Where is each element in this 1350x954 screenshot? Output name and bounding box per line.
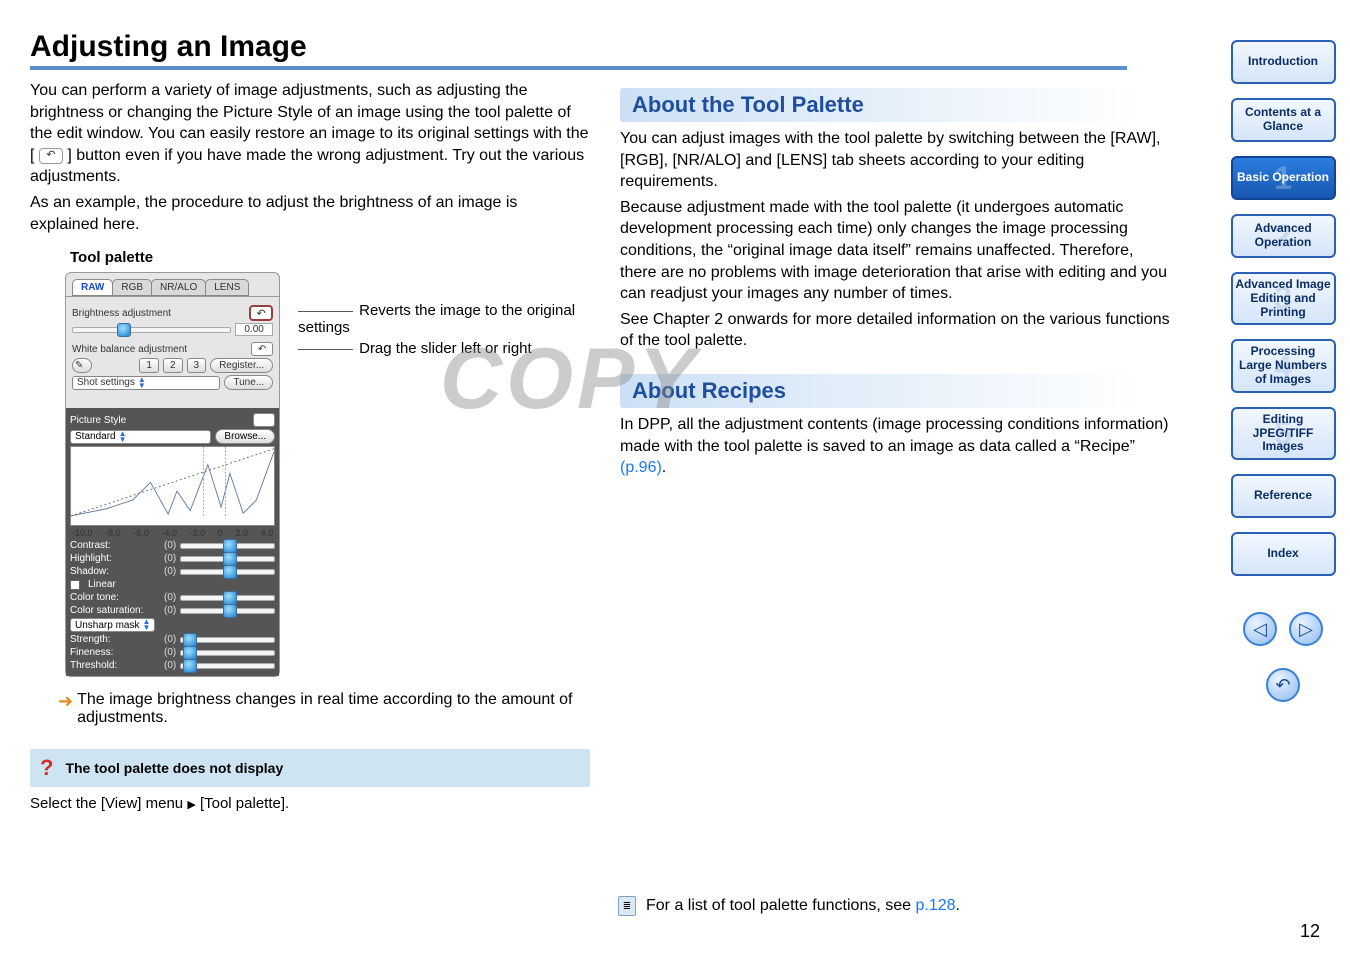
brightness-revert-button[interactable]: ↶ (249, 305, 273, 321)
colortone-label: Color tone: (70, 592, 160, 603)
strength-val: (0) (164, 634, 176, 645)
sidebar-item-advanced-editing[interactable]: 3Advanced Image Editing and Printing (1231, 272, 1336, 325)
sidebar-item-index[interactable]: Index (1231, 532, 1336, 576)
right-p1: You can adjust images with the tool pale… (620, 128, 1170, 193)
link-p128[interactable]: p.128 (915, 897, 955, 915)
linear-label: Linear (88, 579, 116, 590)
wb-1[interactable]: 1 (139, 358, 159, 373)
tool-palette-screenshot: RAW RGB NR/ALO LENS Brightness adjustmen… (65, 272, 280, 677)
tab-rgb[interactable]: RGB (112, 279, 152, 296)
threshold-slider[interactable] (180, 663, 275, 669)
question-icon: ? (40, 755, 53, 781)
tab-lens[interactable]: LENS (205, 279, 249, 296)
left-column: You can perform a variety of image adjus… (30, 80, 590, 812)
brightness-value: 0.00 (235, 323, 273, 336)
shot-settings-select[interactable]: Shot settings▲▼ (72, 376, 220, 390)
sidebar-item-reference[interactable]: Reference (1231, 474, 1336, 518)
shadow-val: (0) (164, 566, 176, 577)
tab-nralo[interactable]: NR/ALO (151, 279, 206, 296)
contrast-label: Contrast: (70, 540, 160, 551)
wb-2[interactable]: 2 (163, 358, 183, 373)
link-p96[interactable]: (p.96) (620, 459, 662, 476)
brightness-slider[interactable] (72, 327, 231, 333)
annotation-drag: Drag the slider left or right (359, 340, 532, 357)
unsharp-select[interactable]: Unsharp mask▲▼ (70, 618, 155, 632)
nav-prev[interactable]: ◁ (1243, 612, 1277, 646)
histogram-scale: -10.0-8.0-6.0-4.0-2.002.04.0 (70, 528, 275, 538)
threshold-val: (0) (164, 660, 176, 671)
sidebar-item-editing-jpeg[interactable]: 5Editing JPEG/TIFF Images (1231, 407, 1336, 460)
register-button[interactable]: Register... (210, 358, 273, 373)
help-title: The tool palette does not display (65, 760, 283, 776)
page-title: Adjusting an Image (30, 30, 1127, 70)
shadow-label: Shadow: (70, 566, 160, 577)
picture-style-label: Picture Style (70, 415, 126, 426)
fineness-slider[interactable] (180, 650, 275, 656)
threshold-label: Threshold: (70, 660, 160, 671)
annotations: Reverts the image to the original settin… (298, 302, 590, 357)
right-p2: Because adjustment made with the tool pa… (620, 197, 1170, 305)
colorsat-label: Color saturation: (70, 605, 160, 616)
wb-revert-button[interactable]: ↶ (251, 342, 273, 356)
brightness-label: Brightness adjustment (72, 308, 171, 319)
eyedropper-button[interactable]: ✎ (72, 358, 92, 373)
ps-revert-button[interactable]: ↶ (253, 413, 275, 427)
intro-paragraph-2: As an example, the procedure to adjust t… (30, 192, 590, 235)
info-note: ≣ For a list of tool palette functions, … (618, 896, 960, 916)
highlight-slider[interactable] (180, 556, 275, 562)
sidebar-item-advanced-operation[interactable]: 2Advanced Operation (1231, 214, 1336, 258)
colortone-val: (0) (164, 592, 176, 603)
wb-3[interactable]: 3 (187, 358, 207, 373)
strength-slider[interactable] (180, 637, 275, 643)
page-number: 12 (1300, 921, 1320, 942)
sidebar: Introduction Contents at a Glance 1Basic… (1228, 40, 1338, 702)
tool-palette-label: Tool palette (70, 249, 590, 266)
intro-paragraph-1: You can perform a variety of image adjus… (30, 80, 590, 188)
sidebar-item-basic-operation[interactable]: 1Basic Operation (1231, 156, 1336, 200)
help-box: ? The tool palette does not display (30, 749, 590, 787)
right-p3: See Chapter 2 onwards for more detailed … (620, 309, 1170, 352)
highlight-label: Highlight: (70, 553, 160, 564)
browse-button[interactable]: Browse... (215, 429, 275, 444)
histogram (70, 446, 275, 526)
sidebar-item-introduction[interactable]: Introduction (1231, 40, 1336, 84)
nav-next[interactable]: ▷ (1289, 612, 1323, 646)
tab-raw[interactable]: RAW (72, 279, 113, 296)
heading-tool-palette: About the Tool Palette (620, 88, 1170, 122)
nav-back[interactable]: ↶ (1266, 668, 1300, 702)
colorsat-val: (0) (164, 605, 176, 616)
info-icon: ≣ (618, 896, 636, 916)
annotation-revert: Reverts the image to the original settin… (298, 302, 575, 336)
shadow-slider[interactable] (180, 569, 275, 575)
result-note: ➜ The image brightness changes in real t… (58, 691, 590, 727)
revert-icon-inline: ↶ (39, 148, 63, 164)
sidebar-item-contents[interactable]: Contents at a Glance (1231, 98, 1336, 142)
fineness-val: (0) (164, 647, 176, 658)
nav-circles: ◁ ▷ (1243, 612, 1323, 646)
contrast-slider[interactable] (180, 543, 275, 549)
palette-tabs: RAW RGB NR/ALO LENS (66, 273, 279, 296)
intro-1b: ] button even if you have made the wrong… (30, 147, 584, 186)
colorsat-slider[interactable] (180, 608, 275, 614)
contrast-val: (0) (164, 540, 176, 551)
sidebar-item-processing[interactable]: 4Processing Large Numbers of Images (1231, 339, 1336, 392)
right-p4: In DPP, all the adjustment contents (ima… (620, 414, 1170, 479)
right-column: About the Tool Palette You can adjust im… (620, 80, 1170, 812)
linear-checkbox[interactable] (70, 580, 80, 590)
select-line: Select the [View] menu ▶ [Tool palette]. (30, 795, 590, 812)
colortone-slider[interactable] (180, 595, 275, 601)
standard-select[interactable]: Standard▲▼ (70, 430, 211, 444)
tune-button[interactable]: Tune... (224, 375, 273, 390)
arrow-icon: ➜ (58, 691, 73, 727)
fineness-label: Fineness: (70, 647, 160, 658)
highlight-val: (0) (164, 553, 176, 564)
wb-label: White balance adjustment (72, 344, 187, 355)
strength-label: Strength: (70, 634, 160, 645)
heading-recipes: About Recipes (620, 374, 1170, 408)
